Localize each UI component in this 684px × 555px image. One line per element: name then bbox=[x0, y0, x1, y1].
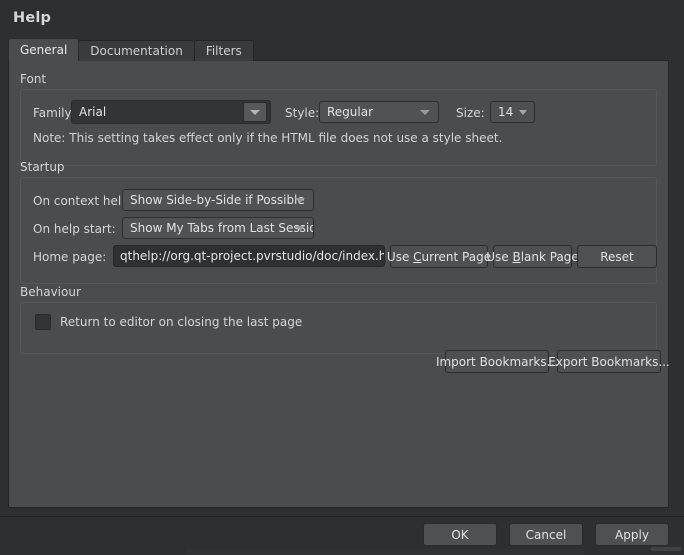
ok-button[interactable]: OK bbox=[423, 523, 497, 546]
use-current-page-button[interactable]: Use Current Page bbox=[386, 245, 492, 268]
behaviour-group-title: Behaviour bbox=[20, 285, 81, 299]
cancel-button[interactable]: Cancel bbox=[509, 523, 583, 546]
chevron-down-icon[interactable] bbox=[243, 102, 267, 122]
background-artifact-right bbox=[651, 547, 681, 551]
export-bookmarks-button[interactable]: Export Bookmarks... bbox=[548, 350, 670, 373]
font-family-combobox[interactable]: Arial bbox=[71, 100, 271, 124]
return-to-editor-label: Return to editor on closing the last pag… bbox=[60, 315, 303, 329]
on-context-help-value: Show Side-by-Side if Possible bbox=[130, 193, 305, 207]
font-family-label: Family: bbox=[33, 106, 75, 120]
chevron-down-icon bbox=[295, 198, 305, 203]
home-page-input[interactable]: qthelp://org.qt-project.pvrstudio/doc/in… bbox=[113, 245, 385, 267]
use-blank-page-label: Use Blank Page bbox=[486, 249, 579, 264]
font-size-value: 14 bbox=[498, 105, 514, 119]
on-help-start-combobox[interactable]: Show My Tabs from Last Session bbox=[122, 217, 314, 239]
return-to-editor-checkbox-row[interactable]: Return to editor on closing the last pag… bbox=[35, 314, 302, 330]
use-blank-page-button[interactable]: Use Blank Page bbox=[486, 245, 579, 268]
startup-group-title: Startup bbox=[20, 160, 65, 174]
tab-filters[interactable]: Filters bbox=[193, 40, 254, 61]
font-family-value: Arial bbox=[79, 105, 107, 119]
font-style-combobox[interactable]: Regular bbox=[319, 101, 439, 123]
font-size-label: Size: bbox=[456, 106, 485, 120]
on-help-start-label: On help start: bbox=[33, 222, 116, 236]
use-current-page-label: Use Current Page bbox=[386, 249, 492, 264]
tab-documentation[interactable]: Documentation bbox=[78, 40, 195, 61]
on-context-help-combobox[interactable]: Show Side-by-Side if Possible bbox=[122, 189, 314, 211]
chevron-down-icon bbox=[420, 110, 430, 115]
home-page-label: Home page: bbox=[33, 250, 107, 264]
on-context-help-label: On context help: bbox=[33, 194, 133, 208]
chevron-down-icon bbox=[295, 226, 305, 231]
chevron-down-icon bbox=[519, 110, 527, 115]
font-style-value: Regular bbox=[327, 105, 374, 119]
font-size-combobox[interactable]: 14 bbox=[490, 101, 535, 123]
tab-general[interactable]: General bbox=[8, 38, 80, 61]
home-page-value: qthelp://org.qt-project.pvrstudio/doc/in… bbox=[120, 249, 385, 263]
font-note-text: Note: This setting takes effect only if … bbox=[33, 131, 503, 145]
on-help-start-value: Show My Tabs from Last Session bbox=[130, 221, 314, 235]
font-group-title: Font bbox=[20, 72, 47, 86]
general-tab-panel: Font Family: Arial Style: Regular Size: … bbox=[8, 60, 670, 508]
bottom-separator bbox=[0, 516, 684, 517]
tab-bar: General Documentation Filters bbox=[8, 38, 254, 61]
reset-button[interactable]: Reset bbox=[577, 245, 657, 268]
checkbox-icon[interactable] bbox=[35, 314, 51, 330]
font-style-label: Style: bbox=[285, 106, 320, 120]
import-bookmarks-button[interactable]: Import Bookmarks... bbox=[436, 350, 558, 373]
page-title: Help bbox=[13, 10, 52, 26]
background-artifact bbox=[186, 549, 584, 555]
apply-button[interactable]: Apply bbox=[595, 523, 669, 546]
